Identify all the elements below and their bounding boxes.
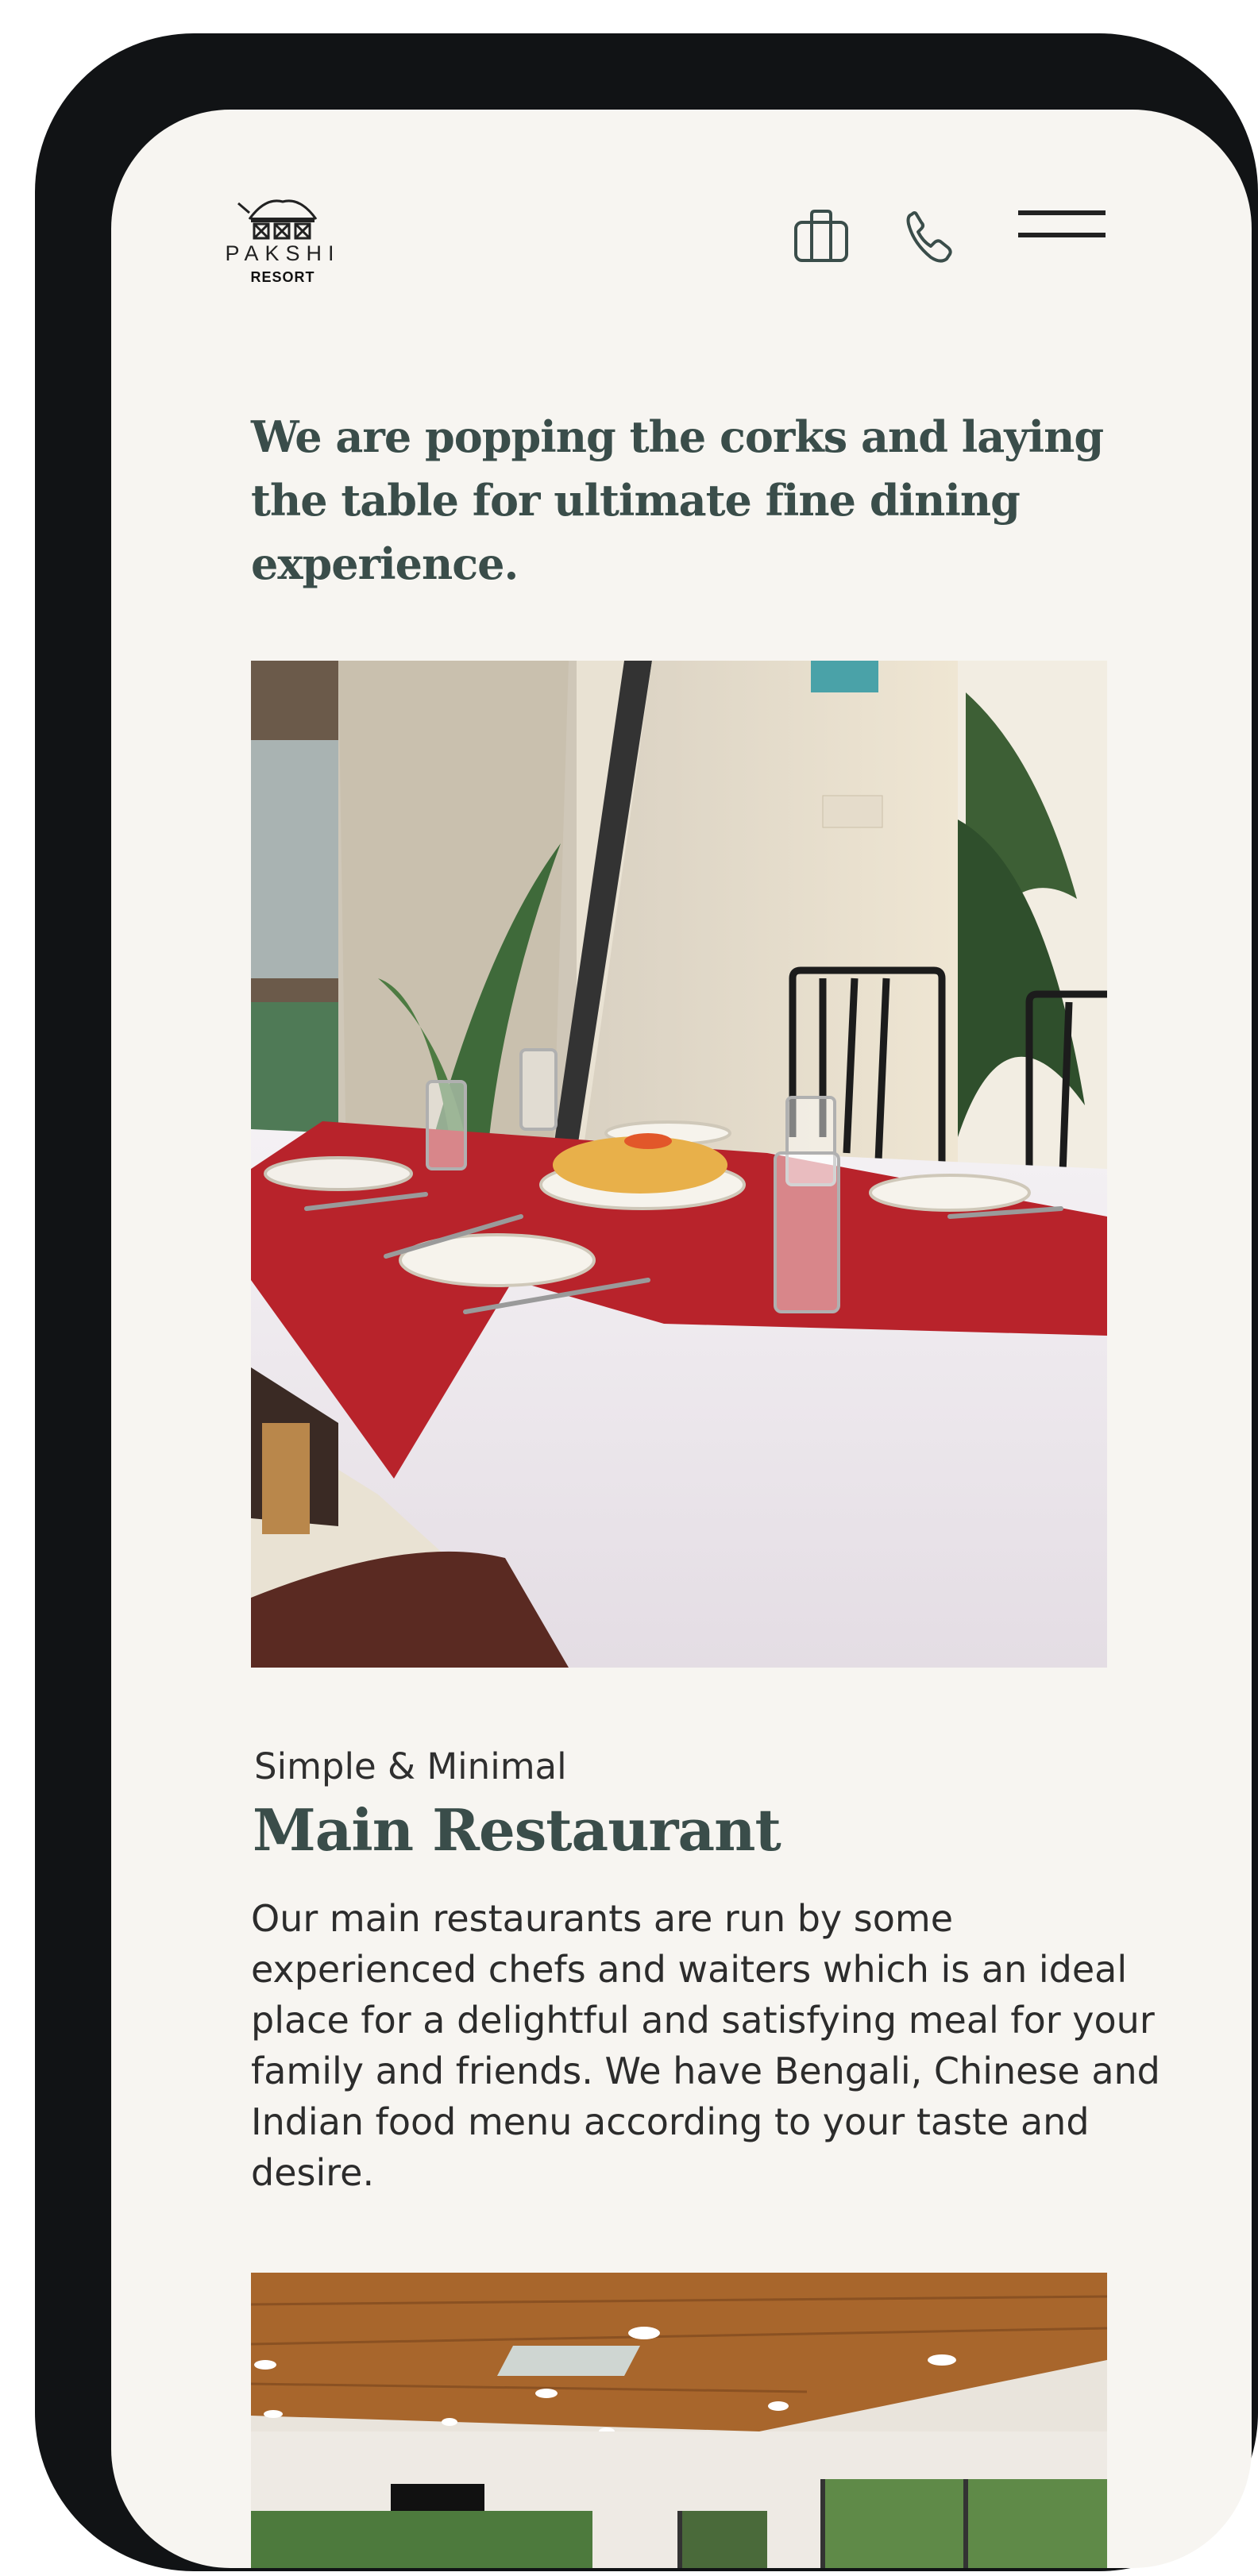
restaurant-table-photo xyxy=(251,661,1107,1668)
logo-mark-icon xyxy=(237,199,318,240)
phone-icon[interactable] xyxy=(904,208,955,265)
logo-subtitle: RESORT xyxy=(250,269,315,285)
screen: PAKSHI RESORT We are popping the corks a… xyxy=(111,110,1252,2568)
dining-hall-photo xyxy=(251,2273,1107,2568)
section-title: Main Restaurant xyxy=(253,1796,781,1864)
brand-logo[interactable]: PAKSHI RESORT xyxy=(219,195,346,291)
logo-wordmark: PAKSHI xyxy=(225,241,341,265)
hamburger-menu-icon[interactable] xyxy=(1017,208,1107,256)
section-description: Our main restaurants are run by some exp… xyxy=(251,1897,1160,2194)
hero-headline: We are popping the corks and laying the … xyxy=(251,411,1104,589)
device-frame: PAKSHI RESORT We are popping the corks a… xyxy=(35,33,1258,2571)
briefcase-icon[interactable] xyxy=(793,208,850,265)
section-kicker: Simple & Minimal xyxy=(254,1745,567,1787)
